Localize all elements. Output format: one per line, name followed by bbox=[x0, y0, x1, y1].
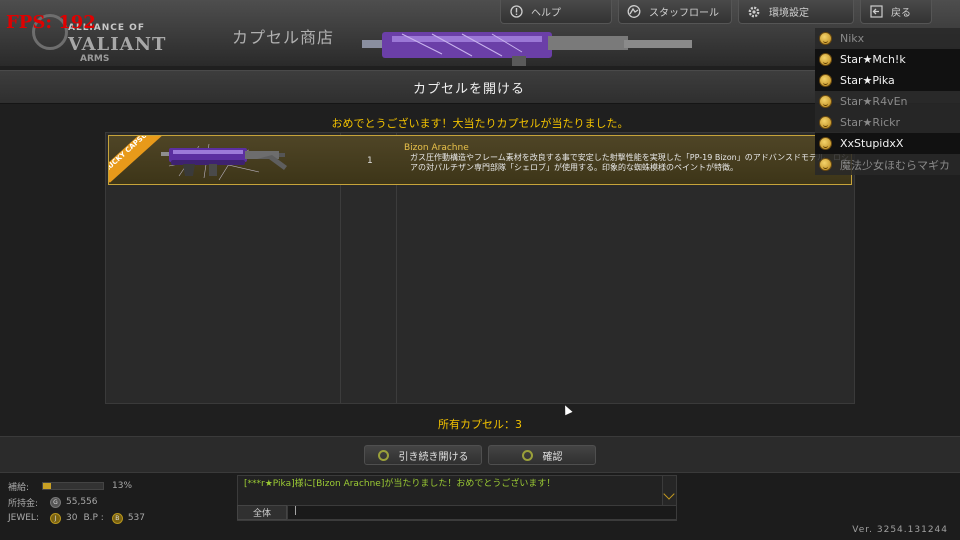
supply-bar-fill bbox=[43, 483, 51, 489]
player-face-icon bbox=[819, 32, 832, 45]
jewel-value: 30 bbox=[66, 513, 78, 523]
player-row[interactable]: Star★Mch!k bbox=[815, 49, 960, 70]
player-row[interactable]: Star★Pika bbox=[815, 70, 960, 91]
player-name: Star★R4vEn bbox=[840, 95, 908, 108]
staff-roll-button-label: スタッフロール bbox=[649, 8, 719, 19]
top-nav: ヘルプ スタッフロール 環境設定 戻る bbox=[500, 0, 938, 24]
player-stats: 補給: 13% 所持金: G 55,556 JEWEL: J 30 B.P : … bbox=[8, 478, 233, 526]
staff-icon bbox=[627, 5, 641, 19]
money-row: 所持金: G 55,556 bbox=[8, 494, 233, 510]
version-label: Ver. 3254.131244 bbox=[852, 525, 948, 535]
player-row[interactable]: Star★R4vEn bbox=[815, 91, 960, 112]
player-face-icon bbox=[819, 74, 832, 87]
fps-counter: FPS: 192 bbox=[6, 12, 96, 33]
money-label: 所持金: bbox=[8, 498, 39, 509]
logo-line-2: VALIANT bbox=[68, 34, 167, 55]
jewel-row: JEWEL: J 30 B.P : B 537 bbox=[8, 510, 233, 526]
continue-opening-label: 引き続き開ける bbox=[398, 451, 469, 463]
result-item-row[interactable]: LUCKY CAPSULE 1 Bizon Arachne ガス圧作動構造やフレ… bbox=[108, 135, 852, 185]
circle-icon bbox=[377, 449, 389, 461]
supply-row: 補給: 13% bbox=[8, 478, 233, 494]
player-row[interactable]: 魔法少女ほむらマギカ bbox=[815, 154, 960, 175]
player-name: XxStupidxX bbox=[840, 137, 904, 150]
mouse-cursor-icon bbox=[561, 403, 573, 416]
chat-input-row: 全体 | bbox=[237, 505, 677, 521]
jewel-icon: J bbox=[50, 512, 61, 524]
logo-line-3: ARMS bbox=[80, 54, 110, 64]
player-face-icon bbox=[819, 137, 832, 150]
staff-roll-button[interactable]: スタッフロール bbox=[618, 0, 732, 24]
page-title: カプセル商店 bbox=[232, 28, 335, 47]
chat-scope-button[interactable]: 全体 bbox=[237, 505, 287, 520]
player-face-icon bbox=[819, 53, 832, 66]
confirm-label: 確認 bbox=[542, 451, 563, 463]
supply-percent: 13% bbox=[112, 481, 133, 491]
item-quantity: 1 bbox=[367, 156, 373, 166]
chevron-down-icon bbox=[663, 488, 675, 500]
supply-bar bbox=[42, 482, 104, 490]
owned-capsules-count: 所有カプセル：3 bbox=[438, 418, 522, 431]
player-row[interactable]: XxStupidxX bbox=[815, 133, 960, 154]
item-thumbnail: LUCKY CAPSULE bbox=[109, 136, 341, 184]
settings-button[interactable]: 環境設定 bbox=[738, 0, 854, 24]
supply-label: 補給: bbox=[8, 482, 30, 493]
player-name: Star★Pika bbox=[840, 74, 895, 87]
circle-icon bbox=[521, 449, 533, 461]
item-description: ガス圧作動構造やフレーム素材を改良する事で安定した射撃性能を実現した「PP-19… bbox=[410, 153, 849, 172]
player-name: Star★Mch!k bbox=[840, 53, 906, 66]
item-name: Bizon Arachne bbox=[404, 143, 469, 153]
bp-label: B.P : bbox=[83, 513, 104, 523]
help-icon bbox=[509, 5, 523, 19]
settings-button-label: 環境設定 bbox=[769, 8, 809, 19]
status-footer: 補給: 13% 所持金: G 55,556 JEWEL: J 30 B.P : … bbox=[0, 472, 960, 540]
bp-icon: B bbox=[111, 512, 123, 524]
chat-message: [***r★Pika]様に[Bizon Arachne]が当たりました！おめでと… bbox=[244, 479, 556, 489]
player-name: Star★Rickr bbox=[840, 116, 901, 129]
bp-value: 537 bbox=[127, 513, 145, 523]
money-value: 55,556 bbox=[66, 497, 98, 507]
back-icon bbox=[869, 5, 883, 19]
player-face-icon bbox=[819, 158, 832, 171]
dialog-button-bar: 引き続き開ける 確認 bbox=[0, 436, 960, 472]
chat-input[interactable]: | bbox=[287, 505, 677, 520]
player-row[interactable]: Nikx bbox=[815, 28, 960, 49]
player-name: Nikx bbox=[840, 32, 865, 45]
player-face-icon bbox=[819, 116, 832, 129]
back-button[interactable]: 戻る bbox=[860, 0, 932, 24]
money-icon: G bbox=[50, 496, 61, 508]
back-button-label: 戻る bbox=[891, 8, 911, 19]
weapon-banner-image bbox=[362, 32, 692, 66]
jewel-label: JEWEL: bbox=[8, 513, 39, 523]
help-button[interactable]: ヘルプ bbox=[500, 0, 612, 24]
dialog-title: カプセルを開ける bbox=[412, 81, 525, 97]
player-face-icon bbox=[819, 95, 832, 108]
help-button-label: ヘルプ bbox=[531, 8, 561, 19]
player-list: Nikx Star★Mch!k Star★Pika Star★R4vEn Sta… bbox=[815, 28, 960, 175]
player-name: 魔法少女ほむらマギカ bbox=[840, 158, 950, 172]
gear-icon bbox=[747, 5, 761, 19]
confirm-button[interactable]: 確認 bbox=[488, 445, 596, 465]
continue-opening-button[interactable]: 引き続き開ける bbox=[364, 445, 482, 465]
player-row[interactable]: Star★Rickr bbox=[815, 112, 960, 133]
